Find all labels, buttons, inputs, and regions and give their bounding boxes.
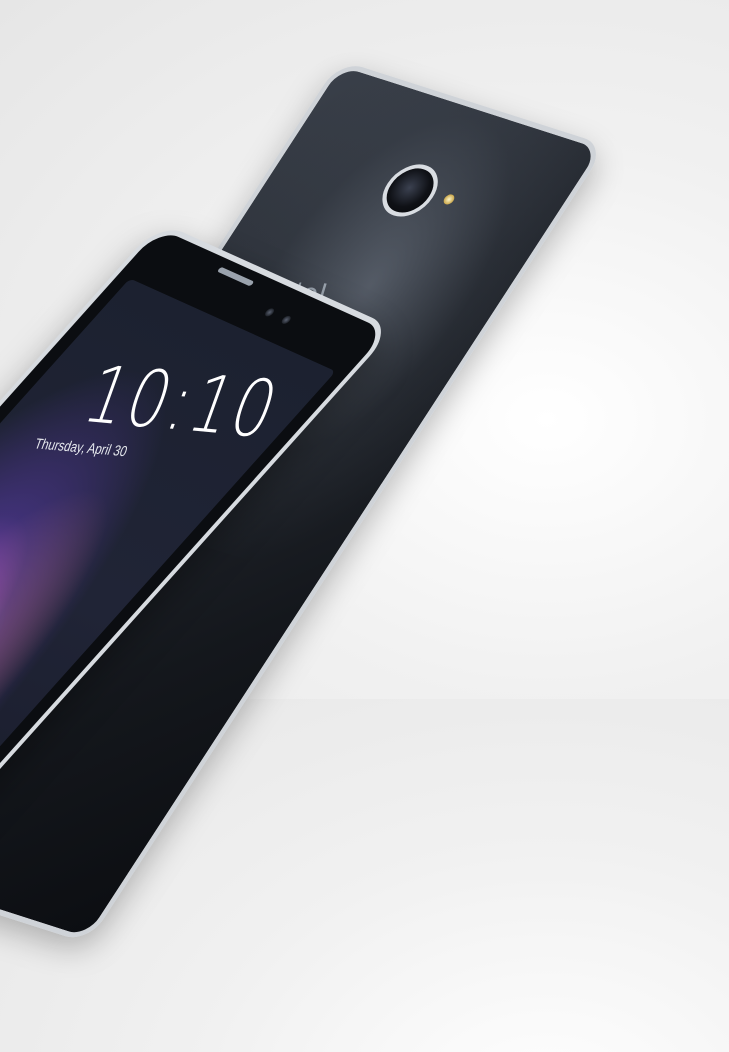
lock-time: 10:10: [72, 348, 292, 456]
product-photo: atel 10:10 Thursday, April 30: [0, 0, 729, 1052]
wallpaper-shard: [0, 584, 22, 767]
earpiece-speaker: [216, 266, 255, 287]
front-sensor-icon: [279, 314, 293, 326]
front-camera-icon: [263, 307, 276, 318]
